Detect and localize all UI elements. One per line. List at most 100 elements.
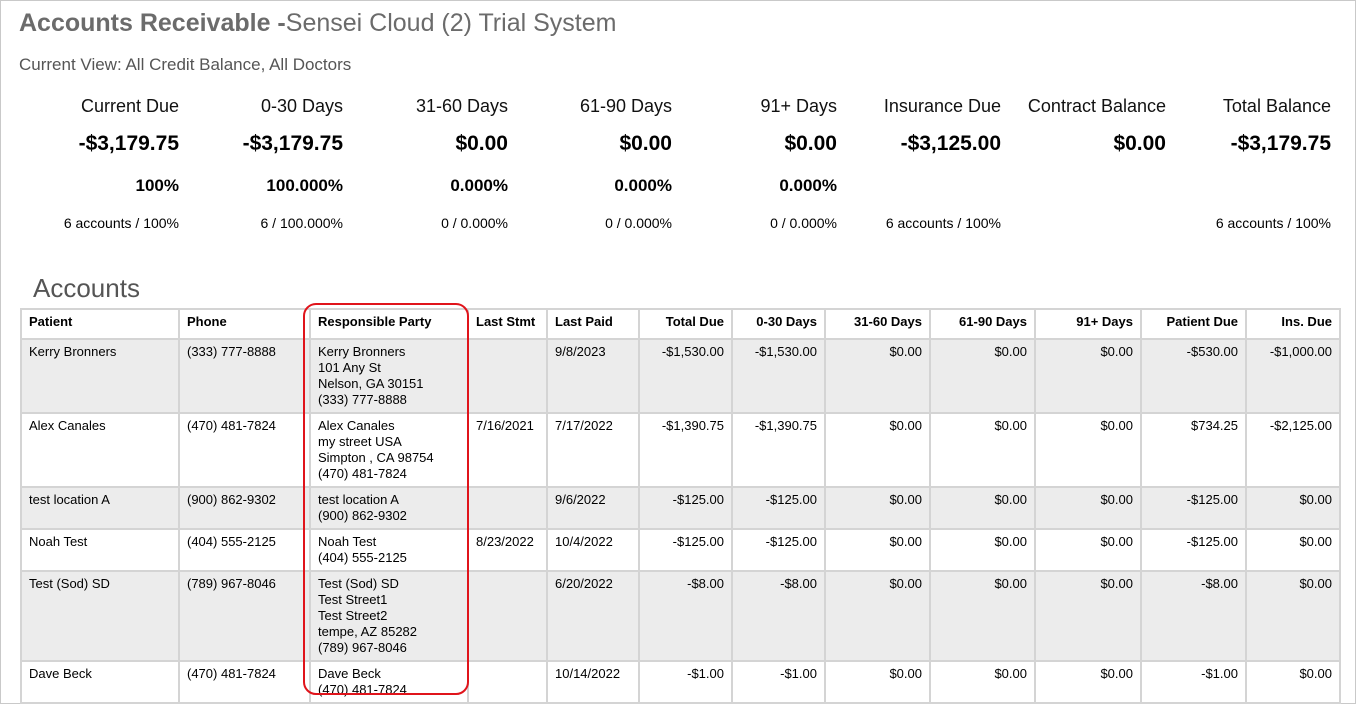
table-row[interactable]: Alex Canales (470) 481-7824 Alex Canales… — [20, 412, 1341, 488]
cell-phone: (470) 481-7824 — [178, 660, 311, 704]
cell-patient-due: -$125.00 — [1140, 486, 1247, 530]
cell-31-60-days: $0.00 — [824, 412, 931, 488]
column-header-ins-due[interactable]: Ins. Due — [1245, 308, 1341, 340]
table-row[interactable]: Noah Test (404) 555-2125 Noah Test (404)… — [20, 528, 1341, 572]
party-line: Dave Beck — [318, 666, 381, 681]
table-row[interactable]: Dave Beck (470) 481-7824 Dave Beck (470)… — [20, 660, 1341, 704]
summary-label: Contract Balance — [1027, 96, 1166, 116]
summary-label: 0-30 Days — [260, 96, 343, 116]
party-line: 101 Any St — [318, 360, 381, 375]
cell-91-plus-days: $0.00 — [1034, 570, 1142, 662]
summary-label: Current Due — [80, 96, 179, 116]
party-line: (333) 777-8888 — [318, 392, 407, 407]
cell-patient[interactable]: Test (Sod) SD — [20, 570, 180, 662]
column-header-patient-due[interactable]: Patient Due — [1140, 308, 1247, 340]
party-line: Test Street1 — [318, 592, 388, 607]
cell-ins-due: -$2,125.00 — [1245, 412, 1341, 488]
cell-61-90-days: $0.00 — [929, 338, 1036, 414]
party-line: (470) 481-7824 — [318, 682, 407, 697]
page-title-system: Sensei Cloud (2) Trial System — [285, 9, 617, 37]
party-line: (404) 555-2125 — [318, 550, 407, 565]
cell-patient[interactable]: Kerry Bronners — [20, 338, 180, 414]
party-line: Simpton , CA 98754 — [318, 450, 434, 465]
cell-31-60-days: $0.00 — [824, 660, 931, 704]
summary-amount: -$3,179.75 — [242, 132, 343, 155]
party-line: Nelson, GA 30151 — [318, 376, 424, 391]
summary-count: 6 accounts / 100% — [1215, 215, 1331, 231]
column-header-31-60-days[interactable]: 31-60 Days — [824, 308, 931, 340]
cell-patient-due: -$1.00 — [1140, 660, 1247, 704]
cell-total-due: -$1,390.75 — [638, 412, 733, 488]
column-header-responsible-party[interactable]: Responsible Party — [309, 308, 469, 340]
cell-ins-due: $0.00 — [1245, 570, 1341, 662]
cell-patient[interactable]: Noah Test — [20, 528, 180, 572]
cell-91-plus-days: $0.00 — [1034, 412, 1142, 488]
cell-last-stmt — [467, 486, 548, 530]
summary-percent: 0.000% — [450, 176, 508, 195]
cell-responsible-party: Kerry Bronners 101 Any St Nelson, GA 301… — [309, 338, 469, 414]
table-row[interactable]: Test (Sod) SD (789) 967-8046 Test (Sod) … — [20, 570, 1341, 662]
cell-patient-due: -$530.00 — [1140, 338, 1247, 414]
summary-count: 0 / 0.000% — [770, 215, 837, 231]
cell-last-stmt — [467, 570, 548, 662]
cell-91-plus-days: $0.00 — [1034, 486, 1142, 530]
cell-61-90-days: $0.00 — [929, 660, 1036, 704]
summary-count: 6 accounts / 100% — [63, 215, 179, 231]
column-header-last-paid[interactable]: Last Paid — [546, 308, 640, 340]
table-row[interactable]: test location A (900) 862-9302 test loca… — [20, 486, 1341, 530]
cell-responsible-party: Noah Test (404) 555-2125 — [309, 528, 469, 572]
current-view-label: Current View: All Credit Balance, All Do… — [19, 55, 352, 74]
cell-last-stmt: 7/16/2021 — [467, 412, 548, 488]
column-header-91-plus-days[interactable]: 91+ Days — [1034, 308, 1142, 340]
summary-amount: -$3,179.75 — [1230, 132, 1331, 155]
column-header-last-stmt[interactable]: Last Stmt — [467, 308, 548, 340]
accounts-section-title: Accounts — [33, 273, 140, 303]
party-line: tempe, AZ 85282 — [318, 624, 418, 639]
cell-61-90-days: $0.00 — [929, 570, 1036, 662]
column-header-total-due[interactable]: Total Due — [638, 308, 733, 340]
summary-percent: 100% — [135, 176, 179, 195]
cell-patient[interactable]: test location A — [20, 486, 180, 530]
cell-phone: (333) 777-8888 — [178, 338, 311, 414]
summary-count: 6 accounts / 100% — [885, 215, 1001, 231]
cell-patient-due: -$8.00 — [1140, 570, 1247, 662]
cell-31-60-days: $0.00 — [824, 570, 931, 662]
summary-amount: $0.00 — [784, 132, 837, 155]
cell-patient[interactable]: Dave Beck — [20, 660, 180, 704]
table-row[interactable]: Kerry Bronners (333) 777-8888 Kerry Bron… — [20, 338, 1341, 414]
cell-phone: (404) 555-2125 — [178, 528, 311, 572]
column-header-61-90-days[interactable]: 61-90 Days — [929, 308, 1036, 340]
cell-31-60-days: $0.00 — [824, 486, 931, 530]
cell-0-30-days: -$1,390.75 — [731, 412, 826, 488]
page-title-bold: Accounts Receivable - — [19, 9, 286, 37]
cell-responsible-party: Alex Canales my street USA Simpton , CA … — [309, 412, 469, 488]
cell-last-stmt — [467, 660, 548, 704]
cell-patient[interactable]: Alex Canales — [20, 412, 180, 488]
summary-amount: -$3,125.00 — [900, 132, 1001, 155]
cell-91-plus-days: $0.00 — [1034, 660, 1142, 704]
cell-phone: (789) 967-8046 — [178, 570, 311, 662]
cell-0-30-days: -$1,530.00 — [731, 338, 826, 414]
party-line: Test Street2 — [318, 608, 388, 623]
column-header-phone[interactable]: Phone — [178, 308, 311, 340]
summary-label: Insurance Due — [883, 96, 1001, 116]
summary-count: 0 / 0.000% — [605, 215, 672, 231]
cell-61-90-days: $0.00 — [929, 412, 1036, 488]
cell-last-paid: 9/8/2023 — [546, 338, 640, 414]
cell-last-paid: 10/4/2022 — [546, 528, 640, 572]
party-line: my street USA — [318, 434, 402, 449]
table-header-row: Patient Phone Responsible Party Last Stm… — [20, 308, 1341, 340]
summary-count: 0 / 0.000% — [441, 215, 508, 231]
summary-label: 91+ Days — [760, 96, 837, 116]
cell-last-stmt: 8/23/2022 — [467, 528, 548, 572]
cell-phone: (470) 481-7824 — [178, 412, 311, 488]
summary-amount: -$3,179.75 — [78, 132, 179, 155]
column-header-patient[interactable]: Patient — [20, 308, 180, 340]
page-title: Accounts Receivable -Sensei Cloud (2) Tr… — [19, 9, 616, 38]
column-header-0-30-days[interactable]: 0-30 Days — [731, 308, 826, 340]
cell-last-stmt — [467, 338, 548, 414]
summary-percent: 0.000% — [779, 176, 837, 195]
summary-label: 31-60 Days — [415, 96, 508, 116]
party-line: Kerry Bronners — [318, 344, 406, 359]
cell-total-due: -$1,530.00 — [638, 338, 733, 414]
